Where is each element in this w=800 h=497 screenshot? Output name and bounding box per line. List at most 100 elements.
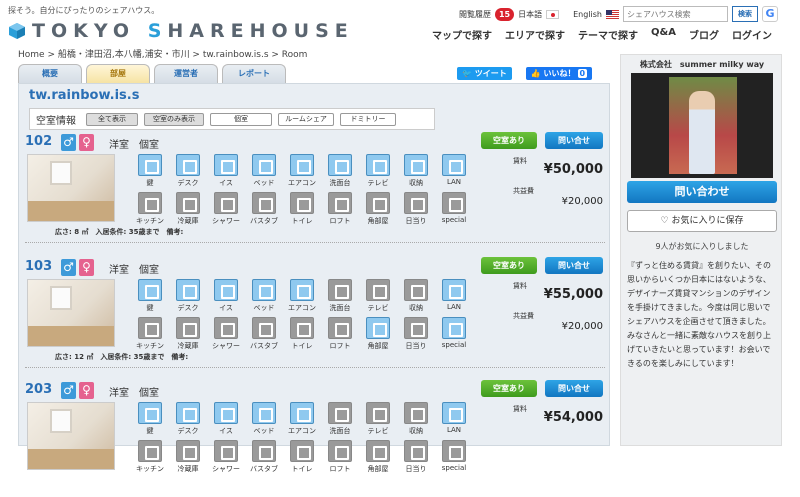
amenity-icon: [328, 279, 352, 301]
amenity-item: 冷蔵庫: [169, 192, 207, 226]
amenity-icon: [366, 317, 390, 339]
room-inquiry-button[interactable]: 問い合せ: [545, 380, 603, 397]
amenity-label: LAN: [446, 426, 462, 434]
rent-value: ¥50,000: [543, 162, 603, 177]
amenity-label: エアコン: [288, 427, 316, 435]
filter-dormitory-button[interactable]: ドミトリー: [340, 112, 396, 126]
amenity-item: デスク: [169, 154, 207, 188]
amenity-item: テレビ: [359, 279, 397, 313]
amenity-item: トイレ: [283, 440, 321, 474]
amenity-item: シャワー: [207, 440, 245, 474]
vacancy-badge[interactable]: 空室あり: [481, 380, 537, 397]
amenity-item: 角部屋: [359, 440, 397, 474]
amenity-grid: 鍵 デスク イス ベッド エアコン 洗面台 テレビ 収納 LAN キッチン 冷蔵庫 シャワー バスタブ ト…: [131, 279, 473, 351]
amenity-icon: [290, 279, 314, 301]
amenity-label: 収納: [409, 304, 423, 312]
nav-area-search[interactable]: エリアで探す: [505, 27, 565, 42]
breadcrumb[interactable]: Home > 船橋・津田沼,本八幡,浦安・市川 > tw.rainbow.is.…: [18, 47, 307, 60]
amenity-icon: [138, 440, 162, 462]
vacancy-badge[interactable]: 空室あり: [481, 132, 537, 149]
room-inquiry-button[interactable]: 問い合せ: [545, 132, 603, 149]
company-name: 株式会社 summer milky way: [639, 60, 765, 69]
amenity-icon: [366, 192, 390, 214]
amenity-label: エアコン: [288, 304, 316, 312]
amenity-label: シャワー: [212, 342, 240, 350]
room-inquiry-button[interactable]: 問い合せ: [545, 257, 603, 274]
amenity-icon: [176, 440, 200, 462]
vacancy-badge[interactable]: 空室あり: [481, 257, 537, 274]
amenity-icon: [442, 402, 466, 424]
tab-overview[interactable]: 概要: [18, 64, 82, 83]
nav-map-search[interactable]: マップで探す: [432, 27, 492, 42]
favorite-count: 9人がお気に入りしました: [655, 242, 749, 251]
room-divider: [25, 242, 605, 243]
amenity-item: 日当り: [397, 192, 435, 226]
filter-roomshare-button[interactable]: ルームシェア: [278, 112, 334, 126]
nav-theme-search[interactable]: テーマで探す: [578, 27, 638, 42]
like-button[interactable]: 👍 いいね！ 0: [525, 67, 593, 80]
amenity-label: ロフト: [329, 342, 351, 350]
room-photo[interactable]: [27, 402, 115, 470]
tab-operator[interactable]: 運営者: [154, 64, 218, 83]
amenity-icon: [328, 154, 352, 176]
room-number[interactable]: 203: [25, 382, 52, 397]
amenity-label: キッチン: [136, 465, 164, 473]
amenity-item: 洗面台: [321, 279, 359, 313]
filter-all-button[interactable]: 全て表示: [86, 112, 138, 126]
amenity-icon: [328, 402, 352, 424]
amenity-item: テレビ: [359, 154, 397, 188]
amenity-label: ベッド: [253, 304, 275, 312]
amenity-label: 冷蔵庫: [177, 342, 199, 350]
lang-ja-link[interactable]: 日本語: [518, 9, 542, 20]
amenity-label: デスク: [177, 179, 199, 187]
japan-flag-icon[interactable]: [546, 9, 560, 19]
room-type: 洋室 個室: [109, 140, 159, 151]
site-logo[interactable]: TOKYO SHAREHOUSE: [8, 20, 354, 42]
google-icon[interactable]: G: [762, 6, 778, 22]
nav-qa[interactable]: Q&A: [651, 27, 676, 42]
amenity-icon: [328, 440, 352, 462]
amenity-item: 冷蔵庫: [169, 317, 207, 351]
tweet-button[interactable]: 🐦 ツイート: [457, 67, 512, 80]
amenity-item: トイレ: [283, 317, 321, 351]
tab-rooms[interactable]: 部屋: [86, 64, 150, 83]
amenity-item: エアコン: [283, 154, 321, 188]
us-flag-icon[interactable]: [606, 9, 619, 19]
amenity-label: ベッド: [253, 427, 275, 435]
amenity-label: 鍵: [146, 179, 154, 187]
nav-blog[interactable]: ブログ: [689, 27, 719, 42]
heart-icon: ♡: [660, 216, 669, 226]
filter-title: 空室情報: [36, 115, 76, 127]
favorite-button[interactable]: ♡ お気に入りに保存: [627, 210, 777, 232]
room-number[interactable]: 102: [25, 134, 52, 149]
cube-logo-icon: [9, 23, 25, 39]
nav-login[interactable]: ログイン: [732, 27, 772, 42]
amenity-icon: [138, 279, 162, 301]
amenity-icon: [176, 402, 200, 424]
tab-report[interactable]: レポート: [222, 64, 286, 83]
amenity-icon: [366, 440, 390, 462]
amenity-icon: [404, 317, 428, 339]
room-photo[interactable]: [27, 154, 115, 222]
amenity-icon: [214, 317, 238, 339]
room-number[interactable]: 103: [25, 259, 52, 274]
room-photo[interactable]: [27, 279, 115, 347]
amenity-label: デスク: [177, 427, 199, 435]
amenity-item: ロフト: [321, 317, 359, 351]
amenity-icon: [214, 279, 238, 301]
room-divider: [25, 367, 605, 368]
amenity-icon: [252, 440, 276, 462]
fee-label: 共益費: [513, 187, 534, 195]
filter-private-button[interactable]: 個室: [210, 112, 272, 126]
search-input[interactable]: [623, 6, 728, 22]
history-link[interactable]: 閲覧履歴: [459, 9, 491, 20]
amenity-icon: [252, 154, 276, 176]
amenity-icon: [214, 440, 238, 462]
filter-vacant-button[interactable]: 空室のみ表示: [144, 112, 204, 126]
lang-en-link[interactable]: English: [573, 10, 602, 19]
tagline: 探そう。自分にぴったりのシェアハウス。: [8, 6, 160, 15]
amenity-label: 角部屋: [367, 465, 389, 473]
amenity-label: 角部屋: [367, 342, 389, 350]
sidebar-inquiry-button[interactable]: 問い合わせ: [627, 181, 777, 203]
search-button[interactable]: 検索: [732, 6, 758, 22]
